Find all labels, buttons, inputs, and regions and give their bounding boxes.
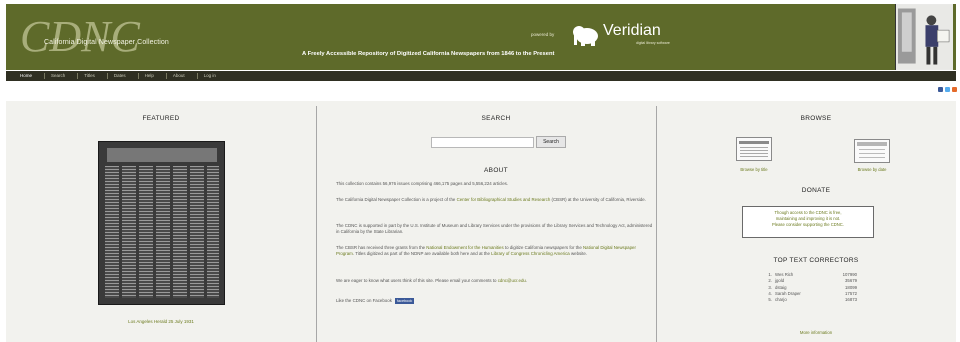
corrector-row: 5. charjo 16873 — [766, 297, 866, 303]
main-navigation: Home Search Titles Dates Help About Log … — [6, 71, 956, 81]
veridian-logo-text[interactable]: Veridian — [603, 22, 661, 40]
column-divider — [656, 106, 657, 342]
about-paragraph: We are eager to know what users think of… — [336, 278, 654, 284]
nav-help[interactable]: Help — [139, 73, 167, 79]
search-input[interactable] — [431, 137, 534, 148]
twitter-share-icon[interactable] — [945, 87, 950, 92]
nav-home[interactable]: Home — [14, 73, 46, 79]
cdnc-logo[interactable]: CDNC — [20, 10, 140, 64]
about-paragraph: The CBSR has received three grants from … — [336, 245, 654, 257]
powered-by-label: powered by — [531, 32, 555, 37]
search-button[interactable]: Search — [536, 136, 566, 148]
about-stats-text: This collection contains 56,976 issues c… — [336, 181, 509, 186]
nav-titles[interactable]: Titles — [78, 73, 108, 79]
facebook-button[interactable]: facebook — [394, 298, 415, 304]
site-name[interactable]: California Digital Newspaper Collection — [44, 39, 169, 46]
about-text: We are eager to know what users think of… — [336, 278, 498, 283]
facebook-share-icon[interactable] — [938, 87, 943, 92]
featured-newspaper-image[interactable] — [98, 141, 225, 305]
calendar-icon — [857, 142, 887, 158]
cbsr-link[interactable]: Center for Bibliographical Studies and R… — [457, 197, 551, 202]
about-text: The California Digital Newspaper Collect… — [336, 197, 457, 202]
veridian-subtitle: digital library software — [636, 41, 670, 45]
newspaper-column — [190, 166, 204, 298]
browse-heading: BROWSE — [800, 115, 832, 122]
donate-box[interactable]: Though access to the CDNC is free, maint… — [742, 206, 874, 238]
newspaper-icon — [739, 141, 769, 157]
browse-by-title-icon[interactable] — [736, 137, 772, 161]
about-text: . — [525, 278, 528, 283]
about-paragraph: This collection contains 56,976 issues c… — [336, 181, 654, 187]
about-text: The CBSR has received three grants from … — [336, 245, 427, 250]
about-text: (CBSR) at the University of California, … — [550, 197, 646, 202]
about-text: to digitize California newspapers for th… — [503, 245, 583, 250]
logo-letters: CDNC — [20, 12, 140, 61]
about-text: website. — [569, 250, 588, 256]
newspaper-column — [105, 166, 119, 298]
about-paragraph: The California Digital Newspaper Collect… — [336, 197, 654, 203]
facebook-like-text: Like the CDNC on Facebook — [336, 298, 392, 303]
featured-caption-link[interactable]: Los Angeles Herald 25 July 1931 — [66, 319, 256, 324]
newspaper-column — [139, 166, 153, 298]
share-icons — [938, 86, 958, 93]
more-share-icon[interactable] — [952, 87, 957, 92]
corrector-count: 16873 — [845, 297, 857, 303]
column-divider — [316, 106, 317, 342]
browse-by-date-link[interactable]: Browse by date — [842, 167, 902, 172]
browse-by-title-link[interactable]: Browse by title — [724, 167, 784, 172]
correctors-list: 1. Wes Rich 107990 2. jgold 35679 3. dst… — [766, 272, 866, 303]
email-link[interactable]: cdnc@ucr.edu — [498, 278, 526, 283]
newspaper-column — [122, 166, 136, 298]
donate-line: Please consider supporting the CDNC. — [772, 222, 844, 227]
about-text: The CDNC is supported in part by the U.S… — [336, 223, 653, 234]
veridian-elephant-icon — [573, 26, 598, 46]
chronicling-america-link[interactable]: Library of Congress Chronicling America — [491, 251, 570, 256]
nav-search[interactable]: Search — [45, 73, 79, 79]
search-heading: SEARCH — [481, 115, 511, 122]
newspaper-masthead — [107, 148, 217, 162]
nav-about[interactable]: About — [167, 73, 198, 79]
newsboy-illustration — [895, 4, 953, 70]
site-tagline: A Freely Accessible Repository of Digiti… — [302, 51, 555, 57]
corrector-name: charjo — [775, 297, 787, 303]
site-header: CDNC California Digital Newspaper Collec… — [6, 4, 956, 70]
featured-heading: FEATURED — [142, 115, 180, 122]
about-paragraph: The CDNC is supported in part by the U.S… — [336, 223, 654, 235]
nav-dates[interactable]: Dates — [108, 73, 139, 79]
neh-link[interactable]: National Endowment for the Humanities — [426, 245, 503, 250]
newspaper-column — [173, 166, 187, 298]
correctors-heading: TOP TEXT CORRECTORS — [773, 257, 859, 264]
corrector-rank: 5. — [768, 297, 772, 303]
nav-log-in[interactable]: Log in — [198, 73, 228, 79]
main-content: FEATURED Los Angeles Herald 25 July 1931… — [6, 101, 956, 342]
about-heading: ABOUT — [484, 167, 508, 174]
donate-heading: DONATE — [801, 187, 831, 194]
facebook-row: Like the CDNC on Facebook facebook — [336, 298, 654, 304]
more-information-link[interactable]: More information — [766, 330, 866, 335]
about-text: . Titles digitized as part of the NDNP a… — [352, 250, 492, 256]
newspaper-column — [156, 166, 170, 298]
browse-by-date-icon[interactable] — [854, 139, 890, 163]
newspaper-column — [207, 166, 219, 298]
